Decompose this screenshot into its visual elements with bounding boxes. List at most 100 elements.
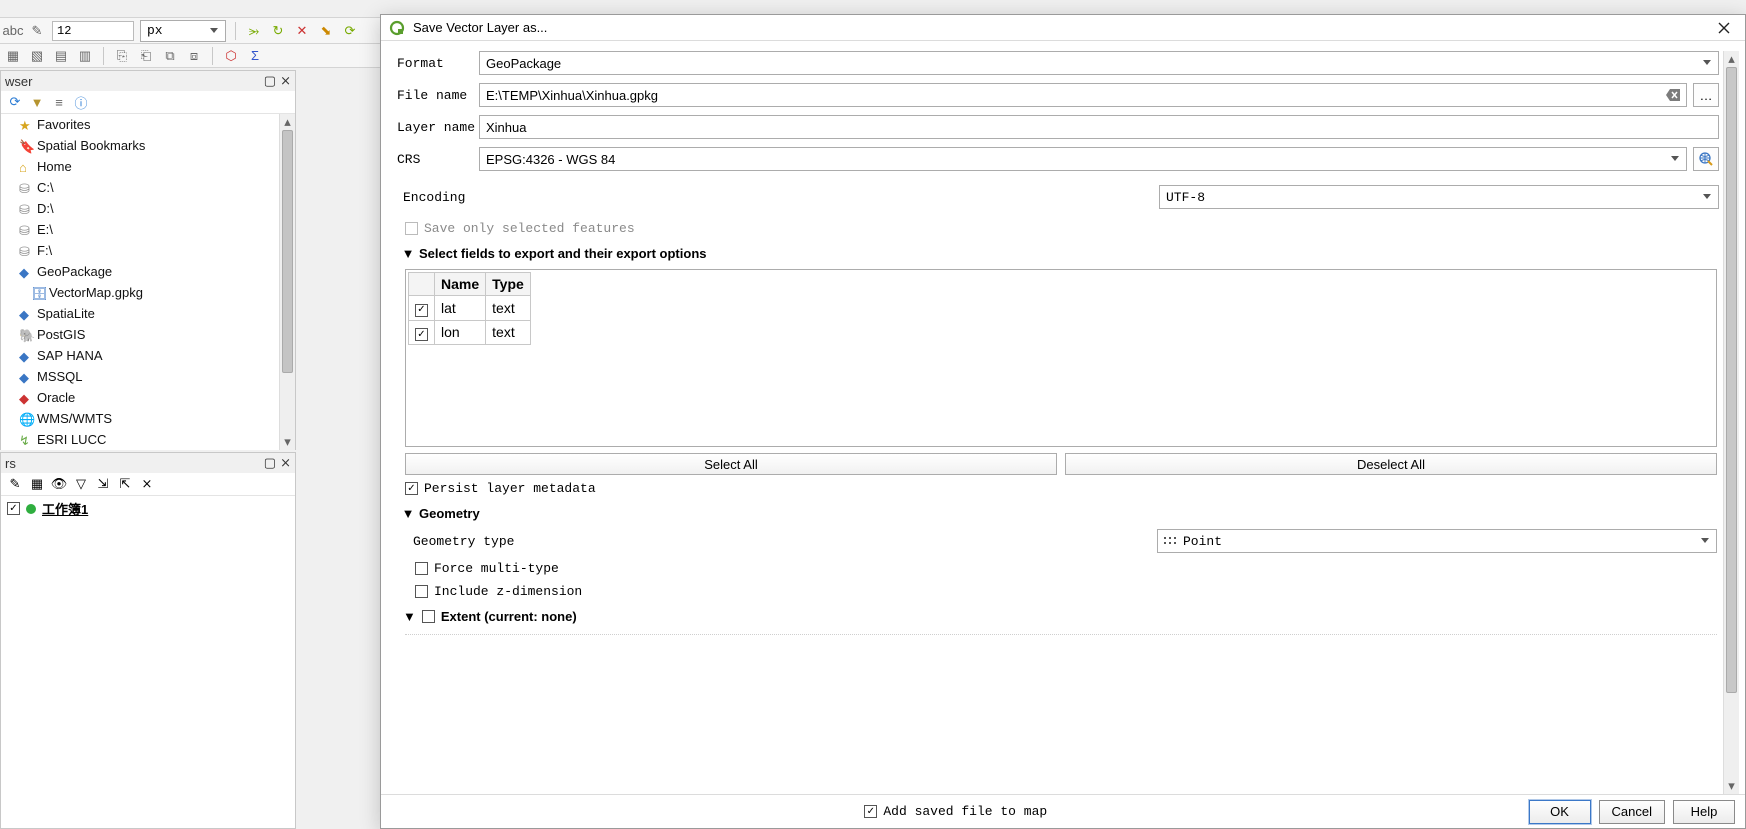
force-multi-row[interactable]: Force multi-type	[413, 557, 1719, 580]
clear-text-icon[interactable]	[1664, 87, 1682, 103]
encoding-combo[interactable]: UTF-8	[1159, 185, 1719, 209]
help-button[interactable]: Help	[1673, 800, 1735, 824]
add-to-map-row[interactable]: Add saved file to map	[864, 804, 1047, 819]
browser-item[interactable]: ◆SpatiaLite	[1, 303, 279, 324]
visibility-icon[interactable]: 👁	[51, 476, 67, 492]
filename-input[interactable]: E:\TEMP\Xinhua\Xinhua.gpkg	[479, 83, 1687, 107]
dialog-close-button[interactable]	[1711, 15, 1737, 41]
browse-button[interactable]: …	[1693, 83, 1719, 107]
layername-input[interactable]: Xinhua	[479, 115, 1719, 139]
layer-name-label[interactable]: 工作簿1	[42, 499, 88, 518]
format-combo[interactable]: GeoPackage	[479, 51, 1719, 75]
cancel-button[interactable]: Cancel	[1599, 800, 1665, 824]
layer-visibility-checkbox[interactable]	[7, 502, 20, 515]
layername-label: Layer name	[397, 120, 479, 135]
pin-icon[interactable]: ⟳	[341, 22, 359, 40]
browser-item[interactable]: ◆Oracle	[1, 387, 279, 408]
processing-icon[interactable]: ⬡	[222, 47, 240, 65]
browser-scrollbar[interactable]: ▴ ▾	[279, 114, 295, 450]
fields-section-header[interactable]: ▼ Select fields to export and their expo…	[403, 246, 1719, 261]
browser-item[interactable]: ⛁D:\	[1, 198, 279, 219]
font-size-input[interactable]	[52, 21, 134, 41]
stats-icon[interactable]: Σ	[246, 47, 264, 65]
field-checkbox[interactable]	[415, 304, 428, 317]
browser-item[interactable]: ⛁C:\	[1, 177, 279, 198]
geom-type-combo[interactable]: Point	[1157, 529, 1717, 553]
collapse-all-icon[interactable]: ⇱	[117, 476, 133, 492]
style-icon[interactable]: ✎	[7, 476, 23, 492]
remove-layer-icon[interactable]: ⨯	[139, 476, 155, 492]
browser-tree[interactable]: ★Favorites🔖Spatial Bookmarks⌂Home⛁C:\⛁D:…	[1, 114, 279, 450]
bookmark-icon: 🔖	[19, 139, 33, 153]
add-to-map-checkbox[interactable]	[864, 805, 877, 818]
extent-section-header[interactable]: ▼ Extent (current: none)	[403, 609, 1719, 624]
paste-style-icon[interactable]: ⎗	[137, 47, 155, 65]
scroll-up-icon[interactable]: ▴	[280, 114, 295, 130]
browser-item[interactable]: 🐘PostGIS	[1, 324, 279, 345]
scroll-down-icon[interactable]: ▾	[1724, 778, 1739, 794]
drive-icon: ⛁	[19, 244, 33, 258]
postgis-icon: 🐘	[19, 328, 33, 342]
field-row[interactable]: lontext	[409, 320, 531, 345]
browser-item[interactable]: ◆MSSQL	[1, 366, 279, 387]
include-z-checkbox[interactable]	[415, 585, 428, 598]
crs-select-button[interactable]	[1693, 147, 1719, 171]
xy-icon[interactable]: ⬊	[317, 22, 335, 40]
deselect-all-button[interactable]: Deselect All	[1065, 453, 1717, 475]
panel-undock-icon[interactable]: ▢	[264, 455, 276, 471]
browser-item[interactable]: ◆SAP HANA	[1, 345, 279, 366]
ok-button[interactable]: OK	[1529, 800, 1591, 824]
panel-close-icon[interactable]: ⨯	[280, 455, 291, 471]
layer-stack-icon[interactable]: ▥	[76, 47, 94, 65]
include-z-row[interactable]: Include z-dimension	[413, 580, 1719, 603]
dialog-titlebar[interactable]: Save Vector Layer as...	[381, 15, 1745, 41]
browser-item[interactable]: 🗄VectorMap.gpkg	[1, 282, 279, 303]
encoding-value: UTF-8	[1166, 190, 1205, 205]
rotate-icon[interactable]: ↻	[269, 22, 287, 40]
geometry-section-header[interactable]: ▼ Geometry	[403, 506, 1719, 521]
persist-metadata-row[interactable]: Persist layer metadata	[403, 477, 1719, 500]
browser-item[interactable]: ★Favorites	[1, 114, 279, 135]
paste-layer-icon[interactable]: ⧈	[185, 47, 203, 65]
field-checkbox[interactable]	[415, 328, 428, 341]
layer-row[interactable]: 工作簿1	[1, 496, 295, 521]
expand-icon[interactable]: ⇲	[95, 476, 111, 492]
dialog-scrollbar[interactable]: ▴ ▾	[1723, 51, 1739, 794]
refresh-icon[interactable]: ⟳	[7, 94, 23, 110]
info-icon[interactable]: ⓘ	[73, 94, 89, 110]
browser-title-label: wser	[5, 74, 32, 89]
add-group-icon[interactable]: ▦	[29, 476, 45, 492]
persist-metadata-checkbox[interactable]	[405, 482, 418, 495]
browser-item[interactable]: ⛁E:\	[1, 219, 279, 240]
delete-icon[interactable]: ✕	[293, 22, 311, 40]
fields-table[interactable]: Name Type lattextlontext	[408, 272, 531, 345]
layer-group-icon[interactable]: ▤	[52, 47, 70, 65]
crs-combo[interactable]: EPSG:4326 - WGS 84	[479, 147, 1687, 171]
edit-node-icon[interactable]: ✎	[28, 22, 46, 40]
copy-style-icon[interactable]: ⎘	[113, 47, 131, 65]
scroll-down-icon[interactable]: ▾	[280, 434, 295, 450]
browser-item[interactable]: 🔖Spatial Bookmarks	[1, 135, 279, 156]
panel-close-icon[interactable]: ⨯	[280, 73, 291, 89]
filter-legend-icon[interactable]: ▽	[73, 476, 89, 492]
browser-item[interactable]: ⛁F:\	[1, 240, 279, 261]
abc-icon[interactable]: abc	[4, 22, 22, 40]
chevron-down-icon	[1696, 532, 1714, 550]
layer-add-icon[interactable]: ▧	[28, 47, 46, 65]
browser-item[interactable]: 🌐WMS/WMTS	[1, 408, 279, 429]
select-all-button[interactable]: Select All	[405, 453, 1057, 475]
filter-icon[interactable]: ▼	[29, 94, 45, 110]
move-icon[interactable]: ⭃	[245, 22, 263, 40]
browser-item[interactable]: ⌂Home	[1, 156, 279, 177]
scroll-up-icon[interactable]: ▴	[1724, 51, 1739, 67]
field-row[interactable]: lattext	[409, 296, 531, 321]
browser-item[interactable]: ◆GeoPackage	[1, 261, 279, 282]
layer-icon[interactable]: ▦	[4, 47, 22, 65]
unit-combo[interactable]: px	[140, 20, 226, 42]
panel-undock-icon[interactable]: ▢	[264, 73, 276, 89]
copy-layer-icon[interactable]: ⧉	[161, 47, 179, 65]
browser-item[interactable]: ↯ESRI LUCC	[1, 429, 279, 450]
extent-enable-checkbox[interactable]	[422, 610, 435, 623]
collapse-icon[interactable]: ≡	[51, 94, 67, 110]
force-multi-checkbox[interactable]	[415, 562, 428, 575]
